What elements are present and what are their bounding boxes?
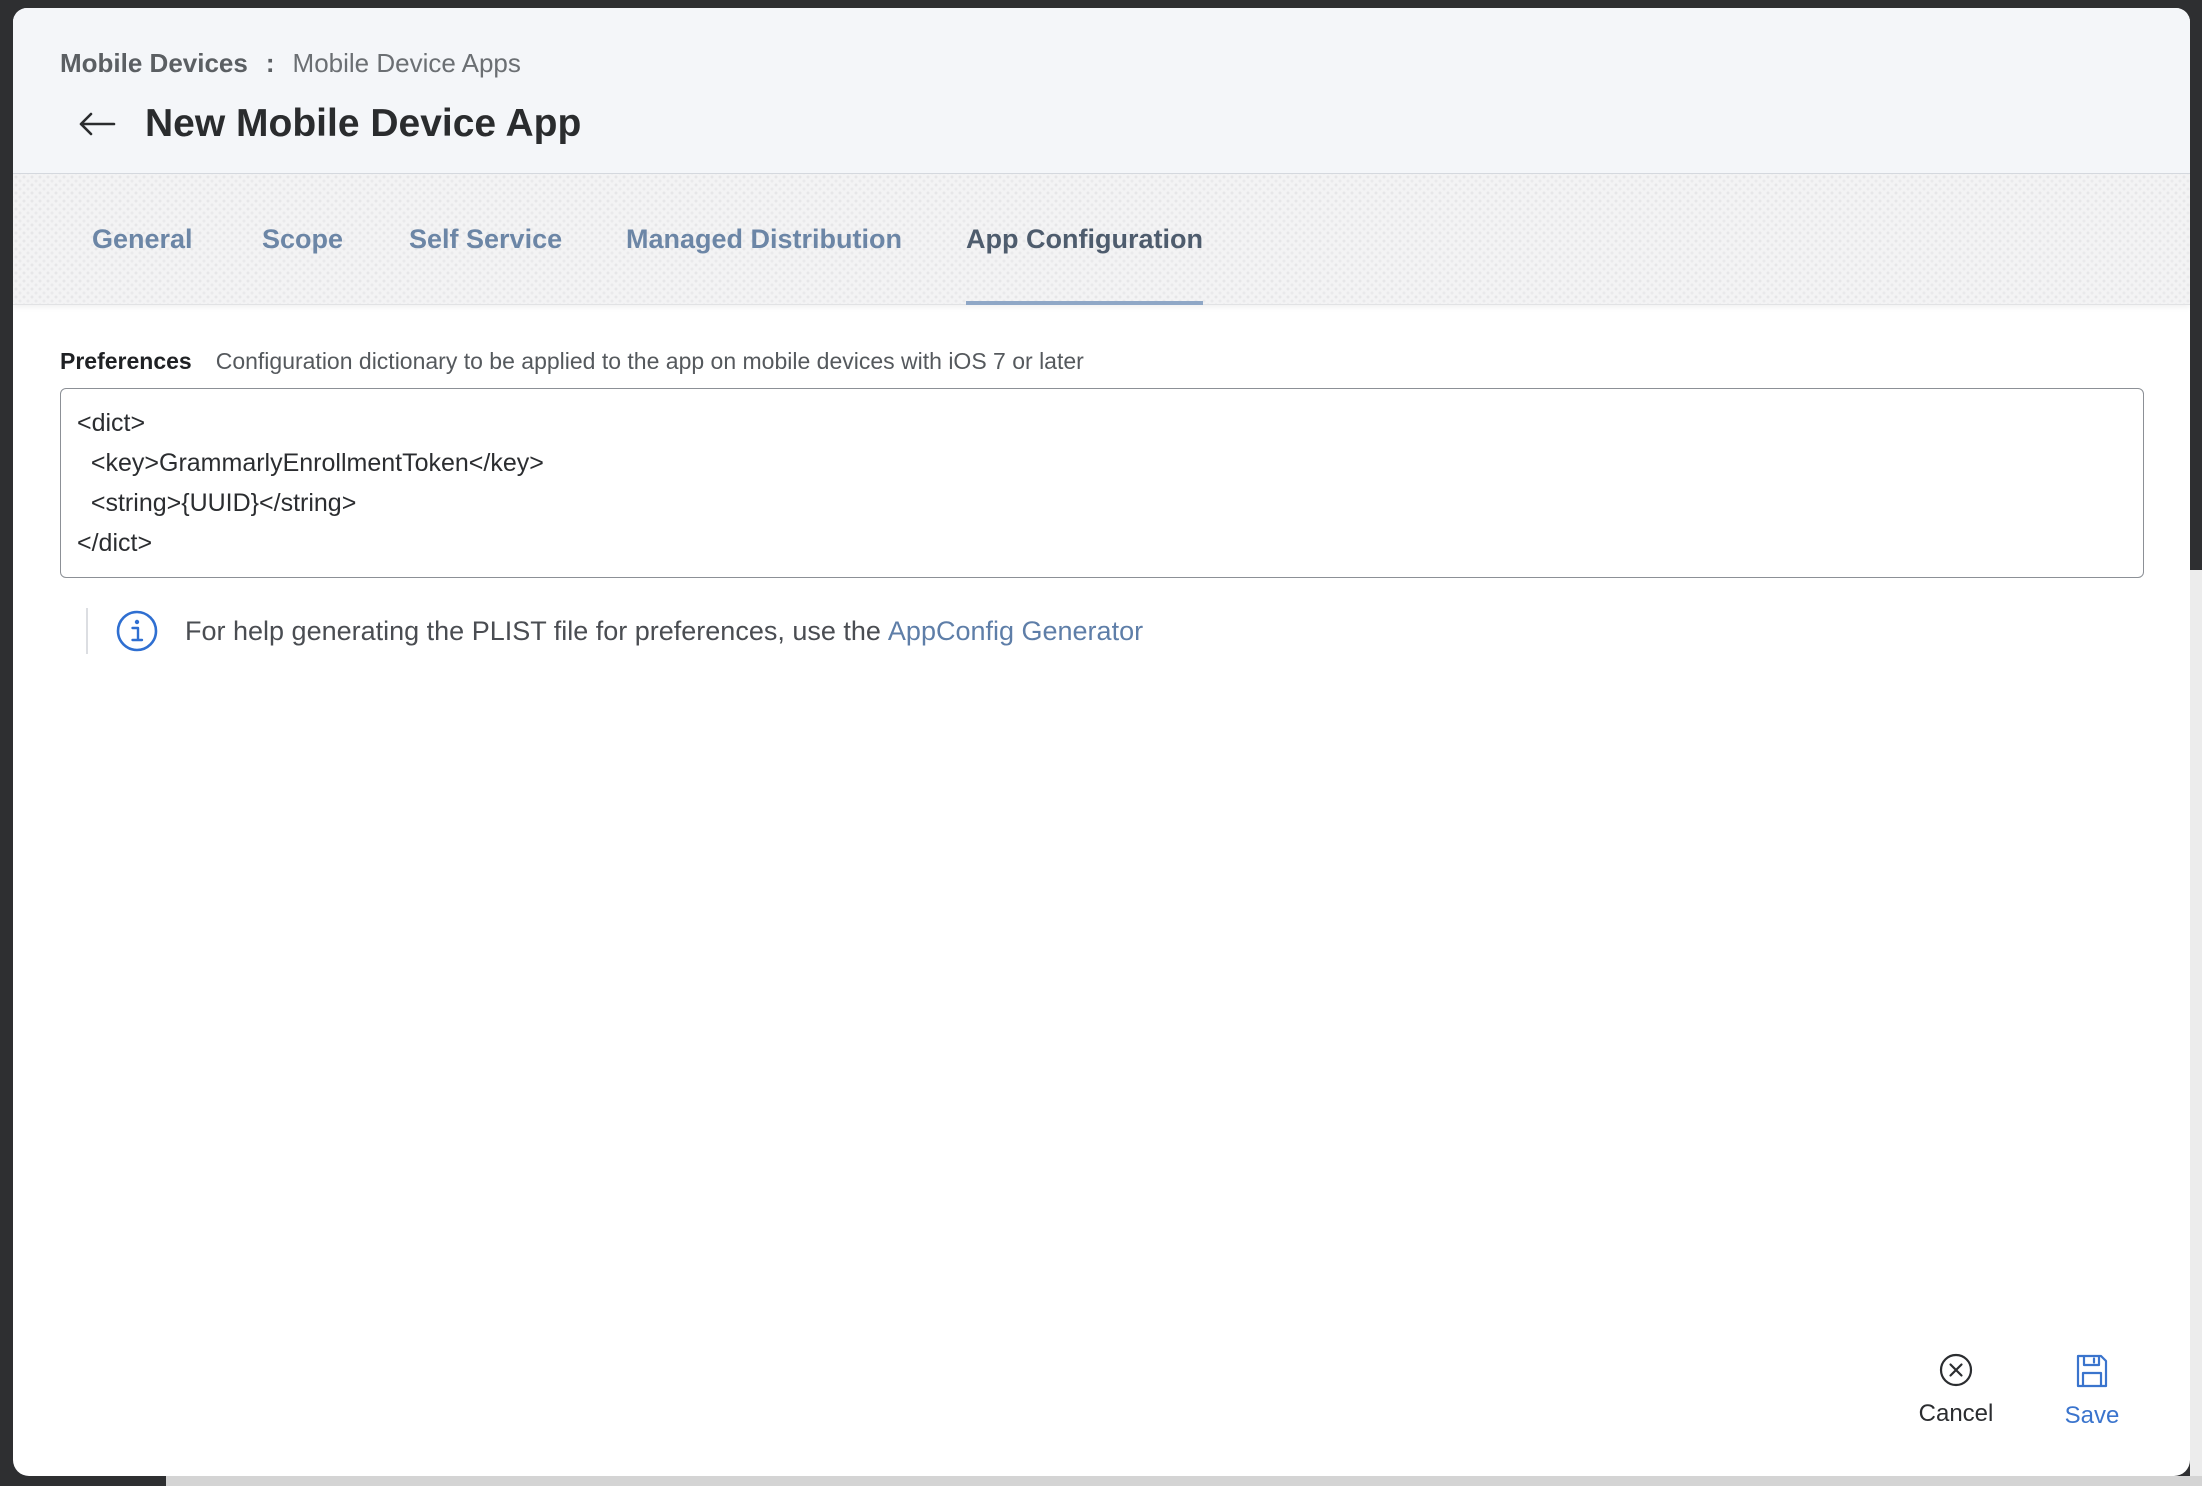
tab-scope[interactable]: Scope [262,174,343,305]
preferences-label: Preferences [60,348,192,374]
appconfig-generator-link[interactable]: AppConfig Generator [888,616,1143,646]
cancel-label: Cancel [1918,1400,1994,1427]
background-panel-edge-bottom [166,1476,2202,1486]
preferences-description: Configuration dictionary to be applied t… [215,348,1084,374]
arrow-left-icon[interactable] [73,100,121,148]
close-circle-icon [1939,1353,1973,1392]
title-row: New Mobile Device App [73,100,581,148]
tab-general[interactable]: General [92,174,193,305]
save-floppy-icon [2075,1353,2109,1394]
help-text: For help generating the PLIST file for p… [185,616,1143,647]
breadcrumb-current[interactable]: Mobile Device Apps [293,48,521,79]
breadcrumb: Mobile Devices : Mobile Device Apps [60,48,521,79]
help-callout: For help generating the PLIST file for p… [86,608,1143,654]
cancel-button[interactable]: Cancel [1906,1353,2006,1428]
help-text-body: For help generating the PLIST file for p… [185,615,881,646]
tab-app-configuration[interactable]: App Configuration [966,174,1203,305]
save-label: Save [2064,1402,2120,1429]
preferences-textarea[interactable]: <dict> <key>GrammarlyEnrollmentToken</ke… [60,388,2144,578]
tab-self-service[interactable]: Self Service [409,174,562,305]
save-button[interactable]: Save [2052,1353,2132,1430]
tab-managed-distribution[interactable]: Managed Distribution [626,174,902,305]
background-panel-edge [2190,570,2202,1486]
preferences-header: Preferences Configuration dictionary to … [60,348,1084,375]
breadcrumb-separator: : [265,48,275,78]
breadcrumb-parent[interactable]: Mobile Devices [60,48,248,79]
page-header: Mobile Devices : Mobile Device Apps New … [13,8,2190,174]
page-title: New Mobile Device App [145,102,582,145]
modal-window: Mobile Devices : Mobile Device Apps New … [13,8,2190,1476]
info-circle-icon [115,609,159,653]
tab-bar: General Scope Self Service Managed Distr… [13,174,2190,305]
